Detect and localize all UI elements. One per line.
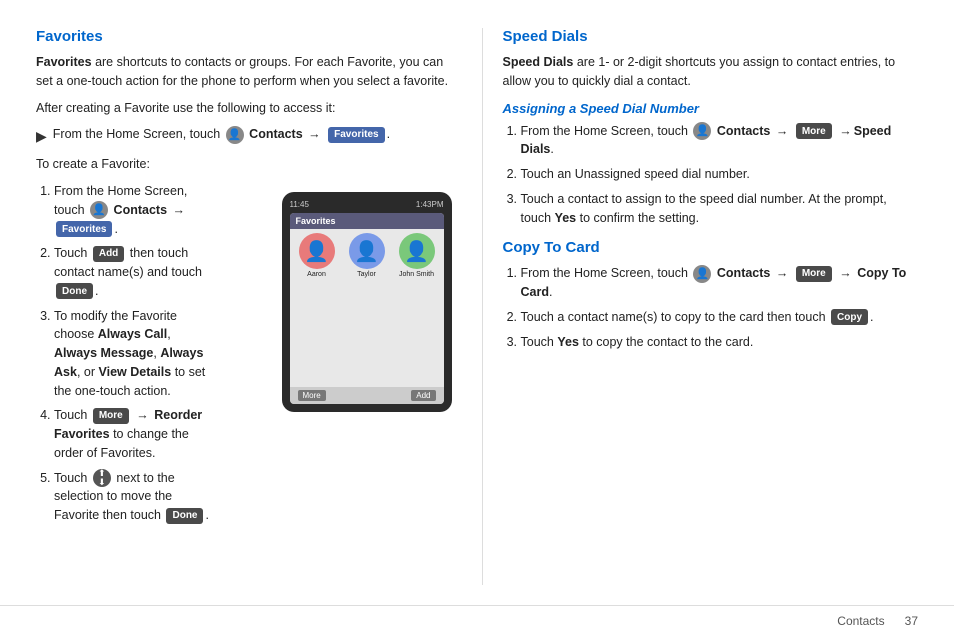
step-4: Touch More → Reorder Favorites to change…: [54, 406, 212, 462]
phone-status-right: 1:43PM: [416, 200, 444, 209]
speed-dials-bold: Speed Dials: [503, 55, 574, 69]
footer: Contacts 37: [0, 605, 954, 636]
arrow-bullet-icon: ▶: [36, 126, 47, 147]
name-taylor: Taylor: [357, 271, 376, 278]
contacts-label: Contacts: [249, 127, 302, 141]
copy-btn-cs2[interactable]: Copy: [831, 309, 868, 325]
contacts-s1: Contacts: [114, 203, 167, 217]
copy-step-3: Touch Yes to copy the contact to the car…: [521, 333, 919, 352]
assigning-step-3: Touch a contact to assign to the speed d…: [521, 190, 919, 228]
contacts-as1: Contacts: [717, 124, 770, 138]
step-2: Touch Add then touch contact name(s) and…: [54, 244, 212, 300]
contacts-cs1: Contacts: [717, 266, 770, 280]
copy-step-1: From the Home Screen, touch 👤 Contacts →…: [521, 264, 919, 302]
contacts-icon-s1: 👤: [90, 201, 108, 219]
arrow-s1: →: [173, 203, 186, 217]
avatar-aaron: 👤: [299, 233, 335, 269]
contacts-icon-cs1: 👤: [693, 265, 711, 283]
left-column: Favorites Favorites are shortcuts to con…: [36, 28, 452, 585]
right-column: Speed Dials Speed Dials are 1- or 2-digi…: [482, 28, 919, 585]
more-btn-cs1[interactable]: More: [796, 266, 832, 282]
favorites-title: Favorites: [36, 28, 452, 45]
copy-steps-list: From the Home Screen, touch 👤 Contacts →…: [503, 264, 919, 351]
phone-more-btn[interactable]: More: [298, 390, 326, 401]
name-aaron: Aaron: [307, 271, 326, 278]
step-1: From the Home Screen, touch 👤 Contacts →…: [54, 182, 212, 238]
bullet-access-text: From the Home Screen, touch 👤 Contacts →…: [53, 125, 390, 144]
phone-bottom-bar: More Add: [290, 387, 444, 404]
assigning-title: Assigning a Speed Dial Number: [503, 101, 919, 116]
create-steps-list: From the Home Screen, touch 👤 Contacts →…: [36, 182, 212, 531]
contacts-icon-as1: 👤: [693, 122, 711, 140]
steps-and-phone: From the Home Screen, touch 👤 Contacts →…: [36, 182, 452, 539]
avatar-johnsmith: 👤: [399, 233, 435, 269]
phone-status-left: 11:45: [290, 200, 309, 209]
copy-step-2: Touch a contact name(s) to copy to the c…: [521, 308, 919, 327]
more-btn-as1[interactable]: More: [796, 123, 832, 139]
name-johnsmith: John Smith: [399, 271, 434, 278]
done-btn-s2[interactable]: Done: [56, 283, 93, 299]
to-create-text: To create a Favorite:: [36, 155, 452, 174]
footer-label: Contacts: [837, 614, 884, 628]
after-creating-text: After creating a Favorite use the follow…: [36, 99, 452, 118]
step-3: To modify the Favorite choose Always Cal…: [54, 307, 212, 401]
favorites-bold: Favorites: [36, 55, 92, 69]
assigning-steps-list: From the Home Screen, touch 👤 Contacts →…: [503, 122, 919, 228]
phone-screen: Favorites 👤 Aaron 👤 Taylor 👤 John Smi: [290, 213, 444, 404]
phone-contacts-row: 👤 Aaron 👤 Taylor 👤 John Smith: [290, 229, 444, 387]
favorites-btn[interactable]: Favorites: [328, 127, 384, 143]
done-btn-s5[interactable]: Done: [166, 508, 203, 524]
step-5: Touch ⬆⬇ next to the selection to move t…: [54, 469, 212, 525]
copy-to-card-title: Copy To Card: [503, 239, 919, 256]
assigning-step-2: Touch an Unassigned speed dial number.: [521, 165, 919, 184]
phone-add-btn[interactable]: Add: [411, 390, 435, 401]
phone-status-bar: 11:45 1:43PM: [290, 200, 444, 209]
avatar-taylor: 👤: [349, 233, 385, 269]
speed-dials-intro: Speed Dials are 1- or 2-digit shortcuts …: [503, 53, 919, 91]
phone-mockup: 11:45 1:43PM Favorites 👤 Aaron 👤 Taylor: [282, 192, 452, 412]
assigning-step-1: From the Home Screen, touch 👤 Contacts →…: [521, 122, 919, 160]
favorites-intro: Favorites are shortcuts to contacts or g…: [36, 53, 452, 91]
footer-text: Contacts 37: [837, 614, 918, 628]
phone-screen-header: Favorites: [290, 213, 444, 229]
add-btn[interactable]: Add: [93, 246, 124, 262]
phone-contact-johnsmith: 👤 John Smith: [394, 233, 440, 383]
arrow-symbol: →: [308, 127, 321, 141]
bullet-access: ▶ From the Home Screen, touch 👤 Contacts…: [36, 125, 452, 147]
footer-page: 37: [905, 614, 918, 628]
phone-contact-taylor: 👤 Taylor: [344, 233, 390, 383]
updown-icon: ⬆⬇: [93, 469, 111, 487]
phone-contact-aaron: 👤 Aaron: [294, 233, 340, 383]
more-btn-s4[interactable]: More: [93, 408, 129, 424]
favorites-btn-s1[interactable]: Favorites: [56, 221, 112, 237]
speed-dials-title: Speed Dials: [503, 28, 919, 45]
contacts-icon: 👤: [226, 126, 244, 144]
